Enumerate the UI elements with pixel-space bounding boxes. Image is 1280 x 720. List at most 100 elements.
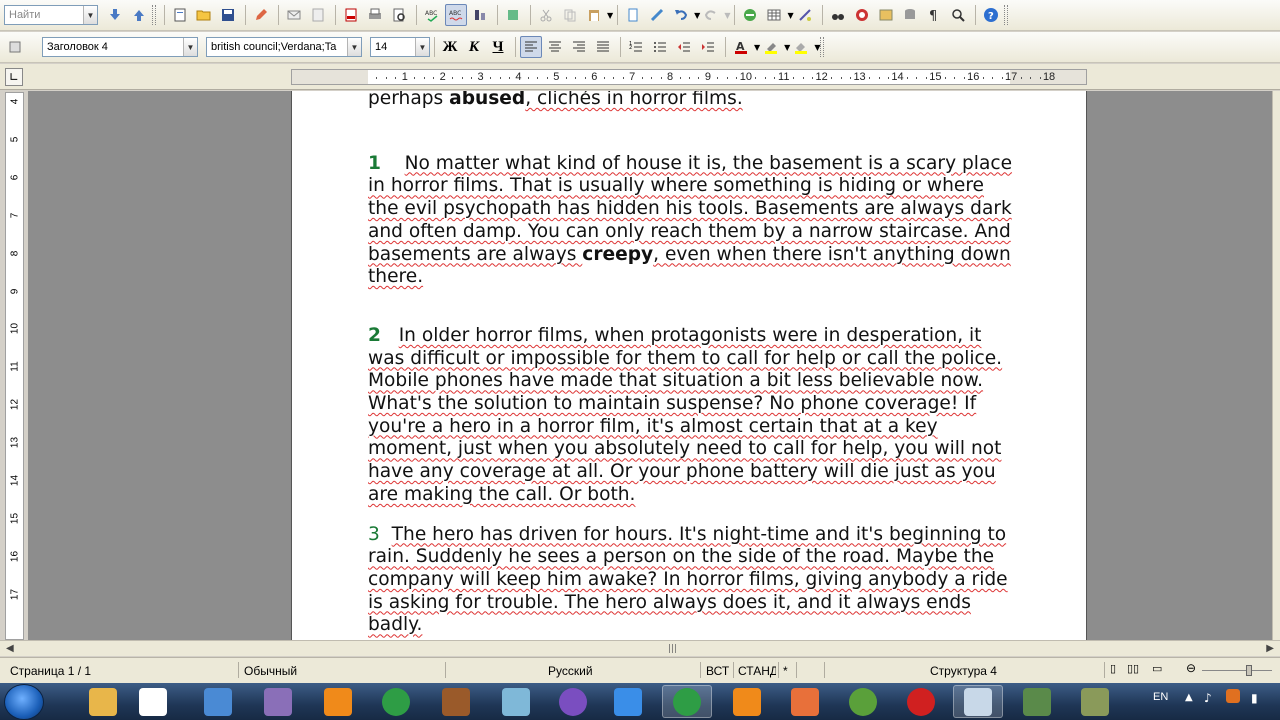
increase-indent-icon[interactable] [697,36,719,58]
start-button[interactable] [4,684,44,720]
scroll-thumb[interactable]: ||| [668,644,677,654]
paintbrush-icon[interactable] [646,4,668,26]
align-right-icon[interactable] [568,36,590,58]
auto-spellcheck-icon[interactable]: ABC [445,4,467,26]
toolbar-grip-end[interactable] [1003,5,1008,25]
taskbar-app-game-1[interactable] [1012,685,1062,718]
taskbar-app-opera[interactable] [896,685,946,718]
taskbar-app-settings[interactable] [722,685,772,718]
print-preview-icon[interactable] [388,4,410,26]
taskbar-app-media-player[interactable] [603,685,653,718]
document-page[interactable]: perhaps abused, clichés in horror films.… [291,91,1087,640]
justify-icon[interactable] [592,36,614,58]
tab-stop-selector-icon[interactable]: ∟ [5,68,23,86]
scroll-right-icon[interactable]: ▶ [1266,643,1274,654]
selection-mode[interactable]: СТАНД [738,664,776,678]
styles-formatting-icon[interactable] [4,36,26,58]
zoom-icon[interactable] [947,4,969,26]
cut-icon[interactable] [535,4,557,26]
copy-icon[interactable] [559,4,581,26]
find-input[interactable]: Найти [5,9,83,21]
undo-icon[interactable] [670,4,692,26]
edit-mode-icon[interactable] [250,4,272,26]
email-icon[interactable] [283,4,305,26]
paragraph-style-dropdown-icon[interactable]: ▼ [183,38,197,56]
find-prev-icon[interactable] [128,4,150,26]
scroll-left-icon[interactable]: ◀ [6,643,14,654]
open-folder-icon[interactable] [193,4,215,26]
highlight-icon[interactable] [760,36,782,58]
intro-paragraph[interactable]: perhaps abused, clichés in horror films. [368,91,1018,111]
taskbar-app-pdf[interactable] [780,685,830,718]
print-icon[interactable] [364,4,386,26]
page-style[interactable]: Обычный [244,664,297,678]
paste-icon[interactable] [583,4,605,26]
font-size-dropdown-icon[interactable]: ▼ [415,38,429,56]
zoom-slider-thumb[interactable] [1246,665,1252,676]
data-sources-icon[interactable] [899,4,921,26]
zoom-slider[interactable] [1202,670,1272,671]
paragraph-1[interactable]: 1 No matter what kind of house it is, th… [368,153,1018,289]
vertical-ruler[interactable]: 4 5 6 7 8 9 10 11 12 13 14 15 16 17 [5,92,24,640]
zoom-out-icon[interactable]: ⊖ [1186,661,1196,675]
background-color-icon[interactable] [790,36,812,58]
taskbar-app-game-2[interactable] [1070,685,1120,718]
clone-format-icon[interactable] [622,4,644,26]
text-language[interactable]: Русский [548,664,593,678]
align-left-icon[interactable] [520,36,542,58]
page-count[interactable]: Страница 1 / 1 [10,664,91,678]
toolbar-grip[interactable] [152,5,156,25]
new-document-icon[interactable] [169,4,191,26]
taskbar-app-video-editor[interactable] [431,685,481,718]
document-icon[interactable] [502,4,524,26]
horizontal-scrollbar[interactable]: ◀ ||| ▶ [0,640,1280,656]
navigator-icon[interactable] [827,4,849,26]
document-modified[interactable]: * [783,664,788,678]
decrease-indent-icon[interactable] [673,36,695,58]
taskbar-app-notepad[interactable] [491,685,541,718]
help-icon[interactable]: ? [980,4,1002,26]
tray-expand-icon[interactable]: ▲ [1185,692,1193,703]
keyboard-language[interactable]: EN [1153,691,1168,703]
paragraph-2[interactable]: 2 In older horror films, when protagonis… [368,325,1018,507]
paragraph-3[interactable]: 3 The hero has driven for hours. It's ni… [368,524,1018,638]
spellcheck-icon[interactable]: ABC [421,4,443,26]
taskbar-app-writer[interactable] [953,685,1003,718]
draw-functions-icon[interactable] [794,4,816,26]
bullet-list-icon[interactable] [649,36,671,58]
book-view-icon[interactable]: ▭ [1152,662,1162,675]
taskbar-app-calculator[interactable] [193,685,243,718]
paragraph-style-combo[interactable]: Заголовок 4 ▼ [42,37,198,57]
redo-dropdown-icon[interactable]: ▼ [724,11,730,20]
taskbar-app-tool[interactable] [253,685,303,718]
vertical-scrollbar[interactable] [1272,91,1280,640]
formatting-marks-icon[interactable] [469,4,491,26]
taskbar-app-viber[interactable] [548,685,598,718]
taskbar-app-chrome[interactable] [371,685,421,718]
taskbar-app-chrome-2[interactable] [662,685,712,718]
redo-icon[interactable] [700,4,722,26]
font-color-icon[interactable]: A [730,36,752,58]
format-toolbar-grip-end[interactable] [820,37,825,57]
align-center-icon[interactable] [544,36,566,58]
taskbar-app-explorer[interactable] [78,685,128,718]
horizontal-ruler[interactable]: 1 2 3 4 5 6 7 8 9 10 11 12 13 14 15 16 17 18 [291,69,1087,85]
find-combo[interactable]: Найти ▼ [4,5,98,25]
font-size-combo[interactable]: 14 ▼ [370,37,430,57]
paste-dropdown-icon[interactable]: ▼ [607,11,613,20]
edit-file-icon[interactable] [307,4,329,26]
table-icon[interactable] [763,4,785,26]
gallery-icon[interactable] [851,4,873,26]
export-pdf-icon[interactable] [340,4,362,26]
taskbar-app-utorrent[interactable] [838,685,888,718]
bold-button[interactable]: Ж [439,36,461,58]
document-text[interactable]: perhaps abused, clichés in horror films.… [368,91,1018,637]
volume-icon[interactable]: ♪ [1204,691,1212,705]
find-dropdown-icon[interactable]: ▼ [83,6,97,24]
tray-app-icon[interactable] [1226,689,1240,703]
taskbar-app-solitaire[interactable] [128,685,178,718]
single-page-view-icon[interactable]: ▯ [1110,662,1116,675]
insert-mode[interactable]: ВСТ [706,664,729,678]
taskbar-app-vlc[interactable] [313,685,363,718]
italic-button[interactable]: К [463,36,485,58]
